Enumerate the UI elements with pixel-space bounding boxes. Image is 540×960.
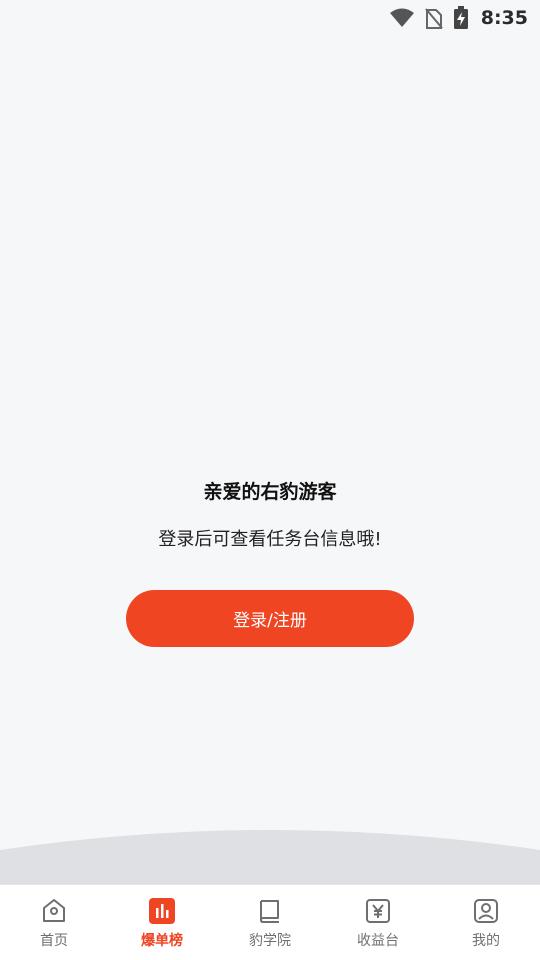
profile-icon [471,896,501,926]
tab-hot-list[interactable]: 爆单榜 [108,885,216,960]
decorative-wave [0,830,540,890]
tab-earnings[interactable]: 收益台 [324,885,432,960]
login-hint: 登录后可查看任务台信息哦! [158,529,382,550]
wifi-icon [389,8,415,28]
status-time: 8:35 [480,7,528,29]
no-sim-icon [424,7,443,29]
book-icon [255,896,285,926]
guest-prompt: 亲爱的右豹游客 登录后可查看任务台信息哦! 登录/注册 [0,470,540,647]
tab-academy-label: 豹学院 [249,933,291,949]
tab-home[interactable]: 首页 [0,885,108,960]
tab-home-label: 首页 [40,933,68,949]
tab-profile-label: 我的 [472,933,500,949]
home-icon [39,896,69,926]
tab-earnings-label: 收益台 [357,933,399,949]
login-register-button[interactable]: 登录/注册 [126,590,414,647]
greeting-title: 亲爱的右豹游客 [203,481,337,503]
bar-chart-icon [147,896,177,926]
tab-profile[interactable]: 我的 [432,885,540,960]
bottom-tab-bar: 首页 爆单榜 豹学院 收益台 我的 [0,884,540,960]
status-bar: 8:35 [0,0,540,36]
tab-hot-list-label: 爆单榜 [141,933,183,949]
yen-icon [363,896,393,926]
battery-charging-icon [453,6,469,30]
tab-academy[interactable]: 豹学院 [216,885,324,960]
